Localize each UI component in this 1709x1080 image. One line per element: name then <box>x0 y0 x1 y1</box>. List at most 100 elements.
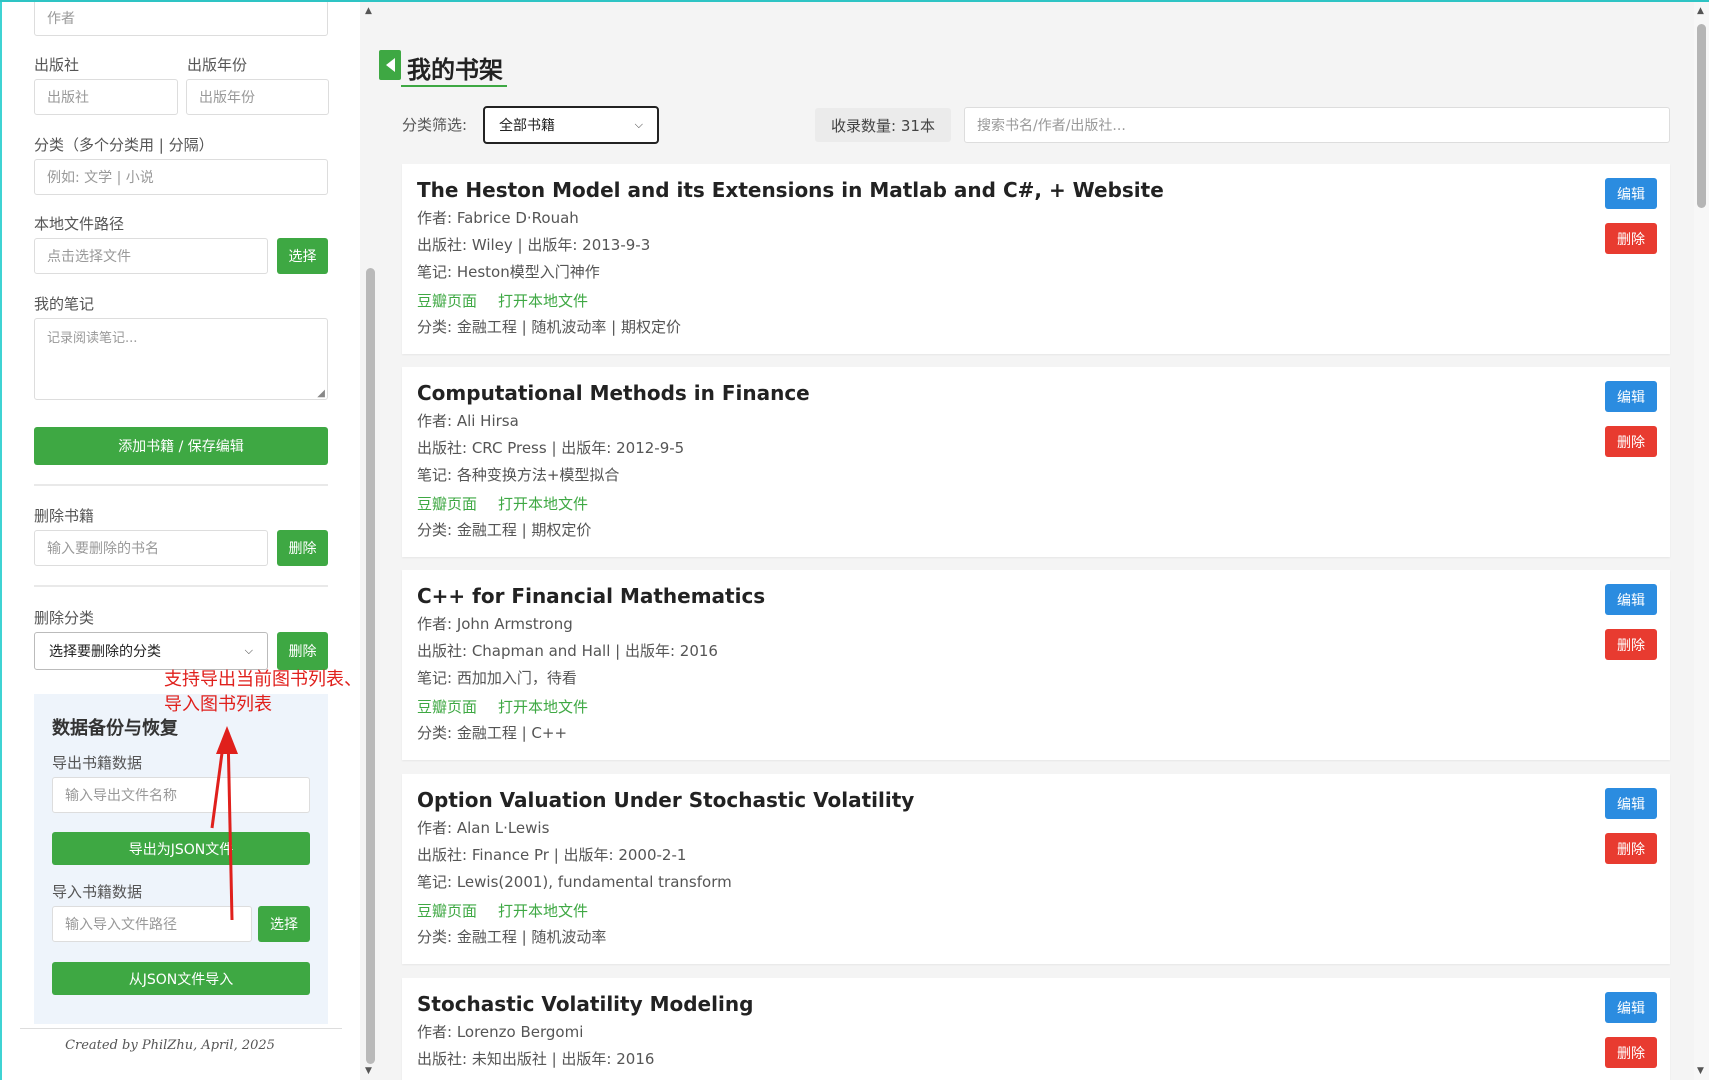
delete-book-placeholder: 输入要删除的书名 <box>47 541 159 557</box>
book-note: 笔记: 各种变换方法+模型拟合 <box>417 466 620 484</box>
book-author: 作者: John Armstrong <box>417 615 573 633</box>
book-category: 分类: 金融工程 | 随机波动率 <box>417 928 607 946</box>
edit-button[interactable]: 编辑 <box>1605 992 1657 1023</box>
delete-button[interactable]: 删除 <box>1605 1037 1657 1068</box>
export-label: 导出书籍数据 <box>52 754 143 772</box>
book-count-badge: 收录数量: 31本 <box>815 108 951 142</box>
delete-book-button[interactable]: 删除 <box>277 530 328 566</box>
book-title: C++ for Financial Mathematics <box>417 584 766 608</box>
delete-button[interactable]: 删除 <box>1605 223 1657 254</box>
book-title: The Heston Model and its Extensions in M… <box>417 178 1164 202</box>
edit-button[interactable]: 编辑 <box>1605 178 1657 209</box>
import-placeholder: 输入导入文件路径 <box>65 917 177 933</box>
scroll-down-arrow-icon[interactable]: ▼ <box>1697 1066 1704 1076</box>
search-input[interactable]: 搜索书名/作者/出版社... <box>964 107 1670 143</box>
book-card: C++ for Financial Mathematics 作者: John A… <box>402 570 1670 760</box>
open-local-file-link[interactable]: 打开本地文件 <box>498 696 588 717</box>
category-input[interactable]: 例如: 文学 | 小说 <box>34 159 328 195</box>
book-category: 分类: 金融工程 | 期权定价 <box>417 521 592 539</box>
delete-book-input[interactable]: 输入要删除的书名 <box>34 530 268 566</box>
book-publisher: 出版社: 未知出版社 | 出版年: 2016 <box>417 1050 655 1068</box>
book-card: Option Valuation Under Stochastic Volati… <box>402 774 1670 964</box>
douban-link[interactable]: 豆瓣页面 <box>417 900 477 921</box>
search-placeholder: 搜索书名/作者/出版社... <box>977 118 1126 134</box>
delete-category-button[interactable]: 删除 <box>277 632 328 670</box>
divider <box>34 484 328 486</box>
book-author: 作者: Alan L·Lewis <box>417 819 550 837</box>
export-filename-input[interactable]: 输入导出文件名称 <box>52 777 310 813</box>
delete-book-label: 删除书籍 <box>34 507 95 525</box>
annotation-line: 导入图书列表 <box>164 694 272 715</box>
book-category: 分类: 金融工程 | C++ <box>417 724 568 742</box>
author-input[interactable]: 作者 <box>34 2 328 36</box>
delete-category-label: 删除分类 <box>34 609 95 627</box>
resize-handle-icon[interactable]: ◢ <box>317 388 325 399</box>
annotation-line: 支持导出当前图书列表、 <box>164 669 362 690</box>
book-category: 分类: 金融工程 | 随机波动率 | 期权定价 <box>417 318 682 336</box>
year-input[interactable]: 出版年份 <box>186 79 329 115</box>
author-placeholder: 作者 <box>47 11 75 27</box>
book-author: 作者: Fabrice D·Rouah <box>417 209 579 227</box>
notes-textarea[interactable]: 记录阅读笔记... ◢ <box>34 318 328 400</box>
filepath-label: 本地文件路径 <box>34 215 125 233</box>
delete-button[interactable]: 删除 <box>1605 426 1657 457</box>
category-placeholder: 例如: 文学 | 小说 <box>47 170 154 186</box>
main-scrollbar-thumb[interactable] <box>1697 24 1706 208</box>
douban-link[interactable]: 豆瓣页面 <box>417 696 477 717</box>
delete-button[interactable]: 删除 <box>1605 833 1657 864</box>
book-title: Stochastic Volatility Modeling <box>417 992 754 1016</box>
backup-title: 数据备份与恢复 <box>52 718 178 739</box>
scroll-down-arrow-icon[interactable]: ▼ <box>365 1066 372 1076</box>
year-placeholder: 出版年份 <box>199 90 255 106</box>
delete-button[interactable]: 删除 <box>1605 629 1657 660</box>
book-card: Stochastic Volatility Modeling 作者: Loren… <box>402 978 1670 1080</box>
import-json-button[interactable]: 从JSON文件导入 <box>52 962 310 995</box>
page-title: 我的书架 <box>407 56 503 84</box>
book-card: The Heston Model and its Extensions in M… <box>402 164 1670 354</box>
book-title: Computational Methods in Finance <box>417 381 810 405</box>
category-filter-select[interactable]: 全部书籍 ⌵ <box>483 106 659 144</box>
backup-panel: 数据备份与恢复 导出书籍数据 输入导出文件名称 导出为JSON文件 导入书籍数据… <box>34 694 328 1024</box>
add-book-button[interactable]: 添加书籍 / 保存编辑 <box>34 427 328 465</box>
book-publisher: 出版社: Chapman and Hall | 出版年: 2016 <box>417 642 718 660</box>
edit-button[interactable]: 编辑 <box>1605 584 1657 615</box>
annotation-text: 支持导出当前图书列表、 导入图书列表 <box>164 667 364 717</box>
open-local-file-link[interactable]: 打开本地文件 <box>498 900 588 921</box>
edit-button[interactable]: 编辑 <box>1605 381 1657 412</box>
sidebar-scrollbar-thumb[interactable] <box>366 268 375 1064</box>
annotation-arrow-icon <box>210 726 238 920</box>
footer-credit: Created by PhilZhu, April, 2025 <box>65 1038 275 1053</box>
import-choose-button[interactable]: 选择 <box>258 906 310 942</box>
category-filter-value: 全部书籍 <box>499 118 555 134</box>
edit-button[interactable]: 编辑 <box>1605 788 1657 819</box>
publisher-placeholder: 出版社 <box>47 90 89 106</box>
delete-category-select[interactable]: 选择要删除的分类 ⌵ <box>34 632 268 670</box>
chevron-down-icon: ⌵ <box>244 644 253 657</box>
category-label: 分类（多个分类用 | 分隔） <box>34 136 214 154</box>
filter-label: 分类筛选: <box>402 116 468 134</box>
book-publisher: 出版社: Finance Pr | 出版年: 2000-2-1 <box>417 846 687 864</box>
scroll-up-arrow-icon[interactable]: ▲ <box>365 6 372 16</box>
scroll-up-arrow-icon[interactable]: ▲ <box>1697 6 1704 16</box>
open-local-file-link[interactable]: 打开本地文件 <box>498 493 588 514</box>
notes-label: 我的笔记 <box>34 295 95 313</box>
douban-link[interactable]: 豆瓣页面 <box>417 493 477 514</box>
filepath-input[interactable]: 点击选择文件 <box>34 238 268 274</box>
notes-placeholder: 记录阅读笔记... <box>47 331 138 346</box>
book-author: 作者: Lorenzo Bergomi <box>417 1023 584 1041</box>
douban-link[interactable]: 豆瓣页面 <box>417 290 477 311</box>
choose-file-button[interactable]: 选择 <box>277 238 328 274</box>
open-local-file-link[interactable]: 打开本地文件 <box>498 290 588 311</box>
export-placeholder: 输入导出文件名称 <box>65 788 177 804</box>
divider <box>34 585 328 587</box>
book-author: 作者: Ali Hirsa <box>417 412 519 430</box>
filepath-placeholder: 点击选择文件 <box>47 249 131 265</box>
import-label: 导入书籍数据 <box>52 883 143 901</box>
book-note: 笔记: Heston模型入门神作 <box>417 263 600 281</box>
footer-divider <box>20 1028 342 1029</box>
book-title: Option Valuation Under Stochastic Volati… <box>417 788 915 812</box>
year-label: 出版年份 <box>187 56 248 74</box>
publisher-input[interactable]: 出版社 <box>34 79 178 115</box>
export-json-button[interactable]: 导出为JSON文件 <box>52 832 310 865</box>
delete-category-select-value: 选择要删除的分类 <box>49 644 161 660</box>
